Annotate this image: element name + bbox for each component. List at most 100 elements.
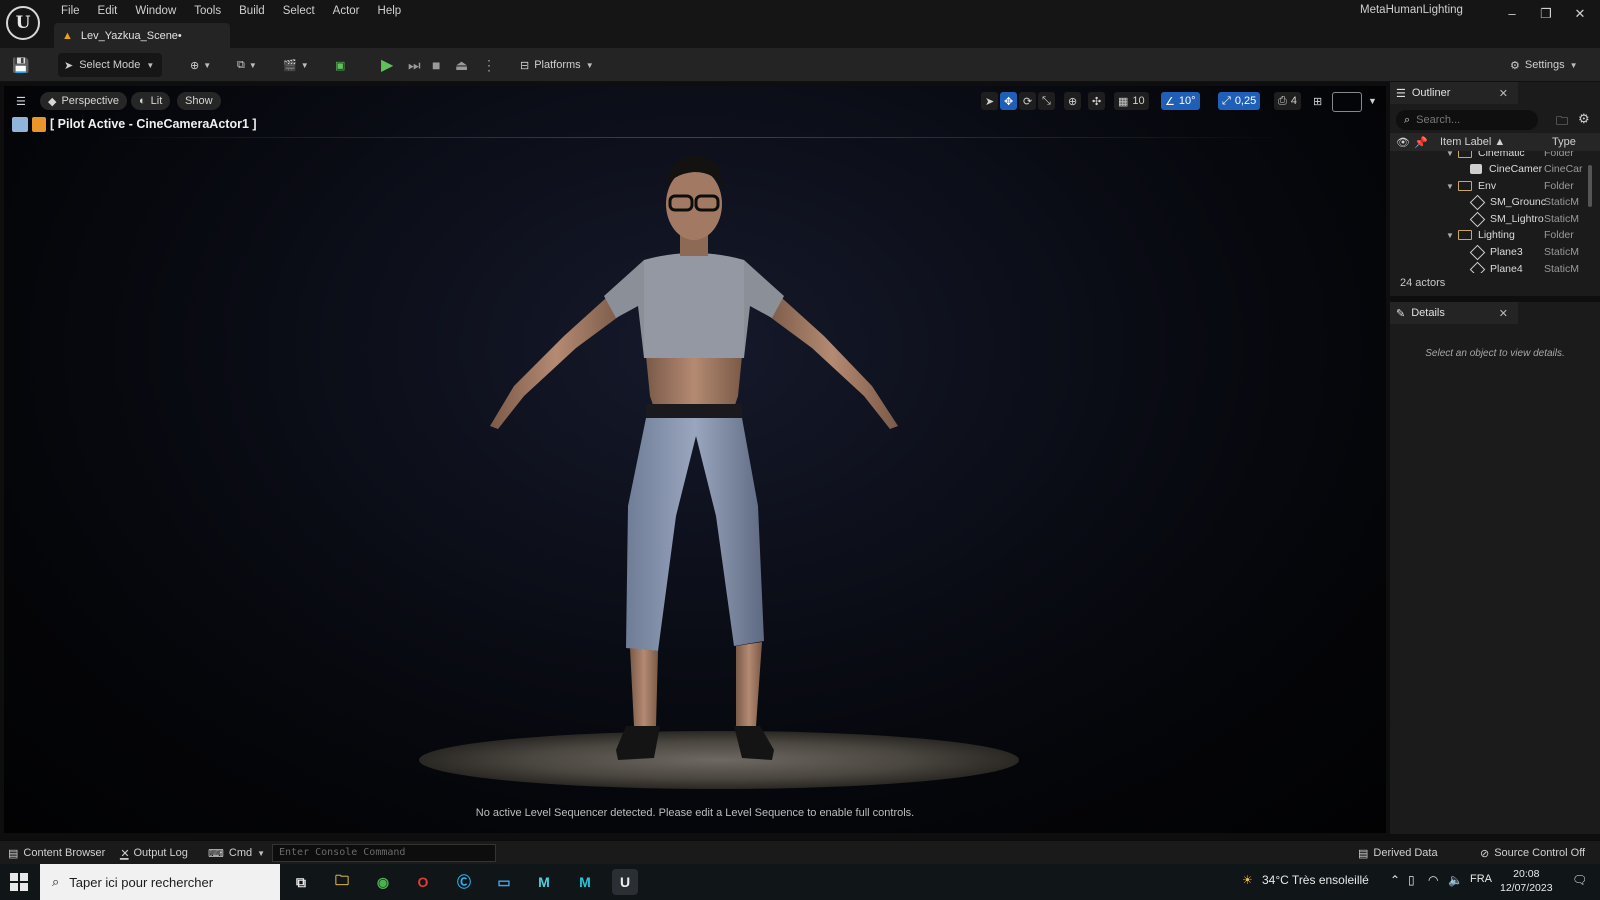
lit-dropdown[interactable]: ◐ Lit xyxy=(131,92,171,110)
pilot-indicator[interactable]: [ Pilot Active - CineCameraActor1 ] xyxy=(12,115,257,133)
gear-icon[interactable]: ⚙ xyxy=(1578,111,1590,127)
taskbar-clock[interactable]: 20:08 12/07/2023 xyxy=(1500,867,1553,895)
translate-tool-icon[interactable]: ✥ xyxy=(1000,92,1018,110)
play-button[interactable]: ▶ xyxy=(381,53,393,77)
details-tab[interactable]: ✎ Details ✕ xyxy=(1390,302,1518,324)
unreal-engine-taskbar-icon[interactable]: U xyxy=(612,869,638,895)
add-actor-button[interactable]: ⊕ ▼ xyxy=(190,53,211,77)
chevron-down-icon[interactable]: ▼ xyxy=(1364,92,1381,110)
chevron-down-icon: ▼ xyxy=(203,60,212,70)
outliner-row[interactable]: SM_Grounc StaticM xyxy=(1390,194,1600,210)
blueprint-button[interactable]: ⧉ ▼ xyxy=(237,53,257,77)
pin-icon[interactable]: 📌 xyxy=(1414,136,1432,149)
show-label: Show xyxy=(185,95,213,107)
close-icon[interactable]: ✕ xyxy=(1499,307,1508,320)
modes-button[interactable]: ▣ xyxy=(335,53,345,77)
task-view-icon[interactable]: ⧉ xyxy=(288,869,314,895)
angle-icon: ∠ xyxy=(1165,95,1175,108)
wifi-icon[interactable]: ◠ xyxy=(1428,873,1438,887)
eject-button[interactable]: ⏏ xyxy=(455,53,468,77)
select-tool-icon[interactable]: ➤ xyxy=(981,92,999,110)
actor-count: 24 actors xyxy=(1400,277,1446,289)
outliner-row[interactable]: Plane3 StaticM xyxy=(1390,244,1600,260)
content-browser-tab[interactable]: ▤ Content Browser ✕ xyxy=(8,844,130,862)
layout-icon[interactable] xyxy=(1332,92,1362,112)
camera-speed-button[interactable]: ⎙ 4 xyxy=(1274,92,1301,110)
close-icon[interactable]: ✕ xyxy=(1571,5,1589,23)
outliner-row[interactable]: ▼ Env Folder xyxy=(1390,178,1600,194)
step-button[interactable]: ⏭ xyxy=(408,53,421,77)
console-input[interactable]: Enter Console Command xyxy=(272,844,496,862)
platforms-dropdown[interactable]: ⊟ Platforms ▼ xyxy=(520,53,594,77)
metahuman-app-icon[interactable]: M xyxy=(531,869,557,895)
menu-edit[interactable]: Edit xyxy=(89,2,127,20)
restore-icon[interactable]: ❐ xyxy=(1537,5,1555,23)
menu-help[interactable]: Help xyxy=(369,2,411,20)
close-icon[interactable]: ✕ xyxy=(1499,87,1508,100)
settings-dropdown[interactable]: ⚙ Settings ▼ xyxy=(1510,53,1578,77)
settings-label: Settings xyxy=(1524,59,1565,71)
cinema-app-icon[interactable]: Ⓒ xyxy=(451,869,477,895)
file-explorer-icon[interactable]: 🗀 xyxy=(329,869,355,895)
outliner-row[interactable]: Plane4 StaticM xyxy=(1390,261,1600,273)
rotate-tool-icon[interactable]: ⟳ xyxy=(1019,92,1037,110)
outliner-search-input[interactable]: ⌕ Search... xyxy=(1396,110,1538,130)
select-mode-dropdown[interactable]: ➤ Select Mode ▼ xyxy=(58,53,162,77)
weather-text[interactable]: 34°C Très ensoleillé xyxy=(1262,873,1369,887)
grid-snap-toggle[interactable]: ▦ 10 xyxy=(1114,92,1149,110)
volume-icon[interactable]: 🔈 xyxy=(1448,873,1463,887)
level-viewport[interactable]: ☰ ◆ Perspective ◐ Lit Show ➤ ✥ ⟳ ⤡ ⊕ ✣ ▦… xyxy=(4,86,1386,833)
weather-icon[interactable]: ☀ xyxy=(1242,873,1253,887)
maximize-viewport-icon[interactable]: ⊞ xyxy=(1309,92,1326,110)
language-indicator[interactable]: FRA xyxy=(1470,873,1492,885)
folder-icon xyxy=(1458,230,1472,240)
chrome-icon[interactable]: ◉ xyxy=(370,869,396,895)
show-dropdown[interactable]: Show xyxy=(177,92,221,110)
chevron-up-icon[interactable]: ⌃ xyxy=(1390,873,1400,887)
perspective-label: Perspective xyxy=(61,95,119,107)
eye-icon[interactable]: 👁 xyxy=(1396,136,1414,149)
level-tab[interactable]: ▲ Lev_Yazkua_Scene• xyxy=(54,23,230,48)
outliner-scrollbar[interactable] xyxy=(1588,165,1592,207)
play-options-button[interactable]: ⋮ xyxy=(482,53,496,77)
scale-snap-toggle[interactable]: ⤢ 0,25 xyxy=(1218,92,1261,110)
unreal-logo-icon[interactable]: U xyxy=(6,6,40,40)
source-control-button[interactable]: ⊘ Source Control Off xyxy=(1480,844,1585,862)
type-column[interactable]: Type xyxy=(1552,136,1576,148)
save-icon[interactable]: 💾 xyxy=(12,53,29,77)
mail-icon[interactable]: ▭ xyxy=(491,869,517,895)
outliner-row[interactable]: SM_Lightro StaticM xyxy=(1390,211,1600,227)
viewport-menu-icon[interactable]: ☰ xyxy=(12,92,32,110)
notification-icon[interactable]: 🗨 xyxy=(1572,873,1587,887)
cmd-dropdown[interactable]: ⌨ Cmd ▼ xyxy=(208,844,265,862)
outliner-row[interactable]: ▼ Cinematic Folder xyxy=(1390,151,1600,161)
stop-button[interactable]: ■ xyxy=(432,53,440,77)
maya-icon[interactable]: M xyxy=(572,869,598,895)
world-space-icon[interactable]: ⊕ xyxy=(1064,92,1082,110)
menu-tools[interactable]: Tools xyxy=(185,2,230,20)
output-log-button[interactable]: ▁ Output Log xyxy=(120,844,188,862)
windows-start-icon[interactable] xyxy=(10,873,28,891)
taskbar-search-input[interactable]: ⌕ Taper ici pour rechercher xyxy=(40,864,280,900)
surface-snap-icon[interactable]: ✣ xyxy=(1088,92,1106,110)
menu-select[interactable]: Select xyxy=(274,2,324,20)
menu-window[interactable]: Window xyxy=(126,2,185,20)
scale-tool-icon[interactable]: ⤡ xyxy=(1038,92,1055,110)
battery-icon[interactable]: ▯ xyxy=(1408,873,1415,887)
menu-actor[interactable]: Actor xyxy=(324,2,369,20)
cinematics-button[interactable]: 🎬 ▼ xyxy=(283,53,309,77)
menu-build[interactable]: Build xyxy=(230,2,274,20)
outliner-row[interactable]: CineCamer CineCar xyxy=(1390,161,1600,177)
title-bar: U File Edit Window Tools Build Select Ac… xyxy=(0,0,1600,48)
eject-pilot-icon[interactable] xyxy=(12,116,28,132)
add-folder-icon[interactable]: 🗀 xyxy=(1556,112,1568,133)
rotation-snap-toggle[interactable]: ∠ 10° xyxy=(1161,92,1200,110)
outliner-row[interactable]: ▼ Lighting Folder xyxy=(1390,227,1600,243)
menu-file[interactable]: File xyxy=(52,2,89,20)
perspective-dropdown[interactable]: ◆ Perspective xyxy=(40,92,127,110)
minimize-icon[interactable]: – xyxy=(1503,5,1521,23)
outliner-tab[interactable]: ☰ Outliner ✕ xyxy=(1390,82,1518,104)
opera-icon[interactable]: O xyxy=(410,869,436,895)
item-label-column[interactable]: Item Label ▲ xyxy=(1440,136,1552,148)
derived-data-button[interactable]: ▤ Derived Data xyxy=(1358,844,1438,862)
